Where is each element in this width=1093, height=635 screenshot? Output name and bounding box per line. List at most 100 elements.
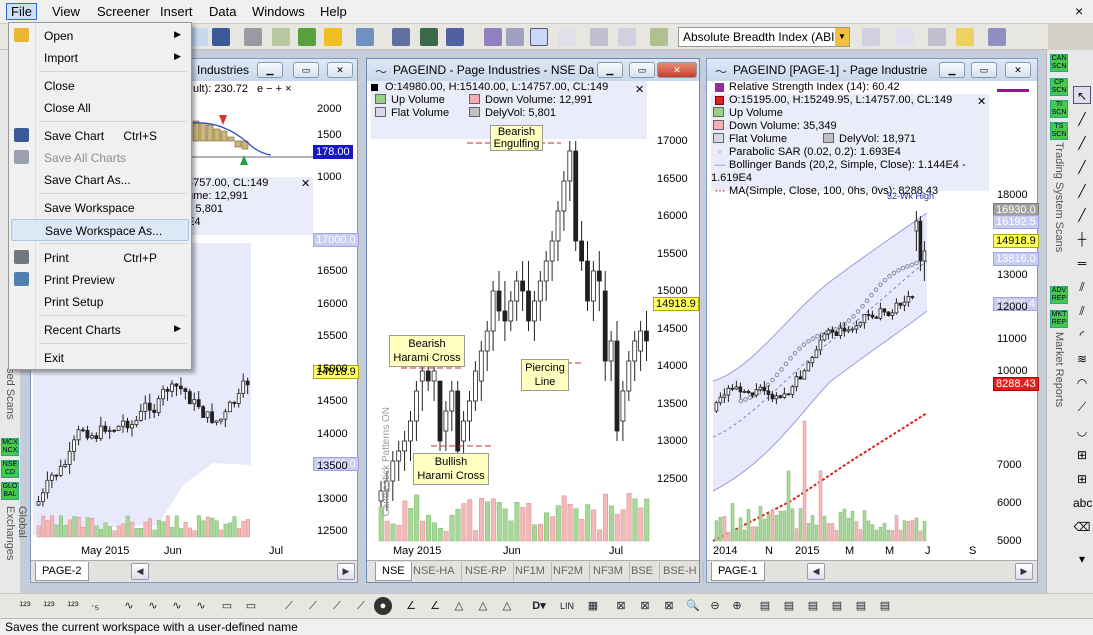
- pattern-icon[interactable]: [988, 28, 1006, 46]
- menu-item-save-chart[interactable]: Save Chart Ctrl+S: [11, 125, 189, 147]
- cp-scan-button[interactable]: CP SCN: [1050, 78, 1068, 96]
- menu-item-print-preview[interactable]: Print Preview: [11, 269, 189, 291]
- wave-icon[interactable]: ∿: [144, 597, 162, 615]
- abc-pattern-icon[interactable]: △: [498, 597, 516, 615]
- scroll-down-icon[interactable]: ▾: [1073, 550, 1091, 568]
- maximize-button[interactable]: ▭: [971, 62, 997, 78]
- minimize-button[interactable]: ▁: [257, 62, 283, 78]
- linear-scale-label[interactable]: LIN: [558, 597, 576, 615]
- close-app-icon[interactable]: ×: [1075, 3, 1083, 19]
- text-tool-icon[interactable]: abc: [1073, 494, 1092, 512]
- close-button[interactable]: ✕: [657, 62, 697, 78]
- yd-icon[interactable]: [530, 28, 548, 46]
- cursor-icon[interactable]: ↖: [1073, 86, 1091, 104]
- menu-item-exit[interactable]: Exit: [11, 347, 189, 369]
- text-box-icon[interactable]: ▭: [218, 597, 236, 615]
- tab-page-2[interactable]: PAGE-2: [35, 562, 89, 581]
- trendline-icon[interactable]: ╱: [1073, 158, 1091, 176]
- menu-item-save-chart-as[interactable]: Save Chart As...: [11, 169, 189, 191]
- trendline-icon[interactable]: ╱: [1073, 206, 1091, 224]
- scroll-left-button[interactable]: ◀: [807, 563, 825, 580]
- crosshair-icon[interactable]: ⊠: [612, 597, 630, 615]
- record-icon[interactable]: ●: [374, 597, 392, 615]
- triangle-icon[interactable]: △: [474, 597, 492, 615]
- crosshair-icon[interactable]: ⊠: [636, 597, 654, 615]
- gann-icon[interactable]: ⟋: [1073, 398, 1091, 416]
- level-1-icon[interactable]: ¹²³: [16, 597, 34, 615]
- close-button[interactable]: ✕: [1005, 62, 1031, 78]
- minimize-button[interactable]: ▁: [939, 62, 965, 78]
- menu-insert[interactable]: Insert: [160, 4, 193, 19]
- vertical-line-icon[interactable]: ┼: [1073, 230, 1091, 248]
- menu-data[interactable]: Data: [209, 4, 236, 19]
- dropdown-arrow-icon[interactable]: ▼: [835, 28, 849, 46]
- menu-item-print[interactable]: Print Ctrl+P: [11, 247, 189, 269]
- global-button[interactable]: GLO BAL: [1, 482, 19, 500]
- legend-close-icon[interactable]: ✕: [301, 177, 310, 190]
- menu-item-close-all[interactable]: Close All: [11, 97, 189, 119]
- mcx-button[interactable]: MCX NCX: [1, 438, 19, 456]
- menu-view[interactable]: View: [52, 4, 80, 19]
- grid-icon[interactable]: ⊞: [1073, 446, 1091, 464]
- chart-window-middle[interactable]: PAGEIND - Page Industries - NSE Da 〜 ▁ ▭…: [366, 58, 704, 583]
- ts-scan-button[interactable]: TS SCN: [1050, 122, 1068, 140]
- ruler-icon[interactable]: ⟋: [328, 597, 346, 615]
- menu-file[interactable]: File: [6, 3, 37, 20]
- triangle-icon[interactable]: △: [450, 597, 468, 615]
- indicator-icon[interactable]: [484, 28, 502, 46]
- tab-page-1[interactable]: PAGE-1: [711, 562, 765, 581]
- draw-icon[interactable]: [392, 28, 410, 46]
- page-icon[interactable]: ▤: [876, 597, 894, 615]
- dw-icon[interactable]: [298, 28, 316, 46]
- grid-icon[interactable]: ▦: [584, 597, 602, 615]
- page-icon[interactable]: ▤: [804, 597, 822, 615]
- wave-icon[interactable]: ∿: [192, 597, 210, 615]
- nse-cd-button[interactable]: NSE CD: [1, 460, 19, 478]
- menu-item-save-all-charts[interactable]: Save All Charts: [11, 147, 189, 169]
- level-2-icon[interactable]: ¹²³: [40, 597, 58, 615]
- zoom-in-icon[interactable]: 🔍: [684, 597, 702, 615]
- wave-icon[interactable]: [650, 28, 668, 46]
- close-button[interactable]: ✕: [327, 62, 353, 78]
- tab-nse-ha[interactable]: NSE-HA: [407, 562, 462, 581]
- text-box-icon[interactable]: ▭: [242, 597, 260, 615]
- wave-icon[interactable]: ∿: [168, 597, 186, 615]
- d-dropdown-icon[interactable]: D▾: [530, 597, 548, 615]
- tab-bse[interactable]: BSE: [625, 562, 661, 581]
- menu-windows[interactable]: Windows: [252, 4, 305, 19]
- undo-icon[interactable]: [190, 28, 208, 46]
- wave-icon[interactable]: ∿: [120, 597, 138, 615]
- crosshair-icon[interactable]: ⊠: [660, 597, 678, 615]
- scroll-left-button[interactable]: ◀: [131, 563, 149, 580]
- menu-item-save-workspace-as[interactable]: Save Workspace As...: [11, 219, 189, 241]
- zoom-reset-icon[interactable]: ⊕: [728, 597, 746, 615]
- indicator-select[interactable]: Absolute Breadth Index (ABI ▼: [678, 27, 850, 47]
- menu-screener[interactable]: Screener: [97, 4, 150, 19]
- trendline-icon[interactable]: ╱: [1073, 134, 1091, 152]
- globe-icon[interactable]: [420, 28, 438, 46]
- trendline-icon[interactable]: ╱: [1073, 182, 1091, 200]
- zoom-out-icon[interactable]: ⊖: [706, 597, 724, 615]
- mpvt-icon[interactable]: [896, 28, 914, 46]
- fibonacci-icon[interactable]: ≋: [1073, 350, 1091, 368]
- menu-item-print-setup[interactable]: Print Setup: [11, 291, 189, 313]
- menu-item-save-workspace[interactable]: Save Workspace: [11, 197, 189, 219]
- tab-nse-rp[interactable]: NSE-RP: [459, 562, 514, 581]
- level-3-icon[interactable]: ¹²³: [64, 597, 82, 615]
- menu-item-open[interactable]: Open ▶: [11, 25, 189, 47]
- menu-item-import[interactable]: Import ▶: [11, 47, 189, 69]
- eraser-icon[interactable]: ⌫: [1073, 518, 1091, 536]
- trading-system-scans-label[interactable]: Trading System Scans: [1053, 142, 1065, 252]
- angle-icon[interactable]: ∠: [402, 597, 420, 615]
- legend-close-icon[interactable]: ✕: [977, 95, 986, 108]
- bars-icon[interactable]: [590, 28, 608, 46]
- maximize-button[interactable]: ▭: [629, 62, 655, 78]
- tab-nf1m[interactable]: NF1M: [509, 562, 552, 581]
- print-icon[interactable]: [244, 28, 262, 46]
- tool-icon[interactable]: [928, 28, 946, 46]
- page-icon[interactable]: ▤: [852, 597, 870, 615]
- market-reports-label[interactable]: Market Reports: [1053, 332, 1065, 407]
- book-icon[interactable]: [446, 28, 464, 46]
- angle-icon[interactable]: ∠: [426, 597, 444, 615]
- scroll-right-button[interactable]: ▶: [1015, 563, 1033, 580]
